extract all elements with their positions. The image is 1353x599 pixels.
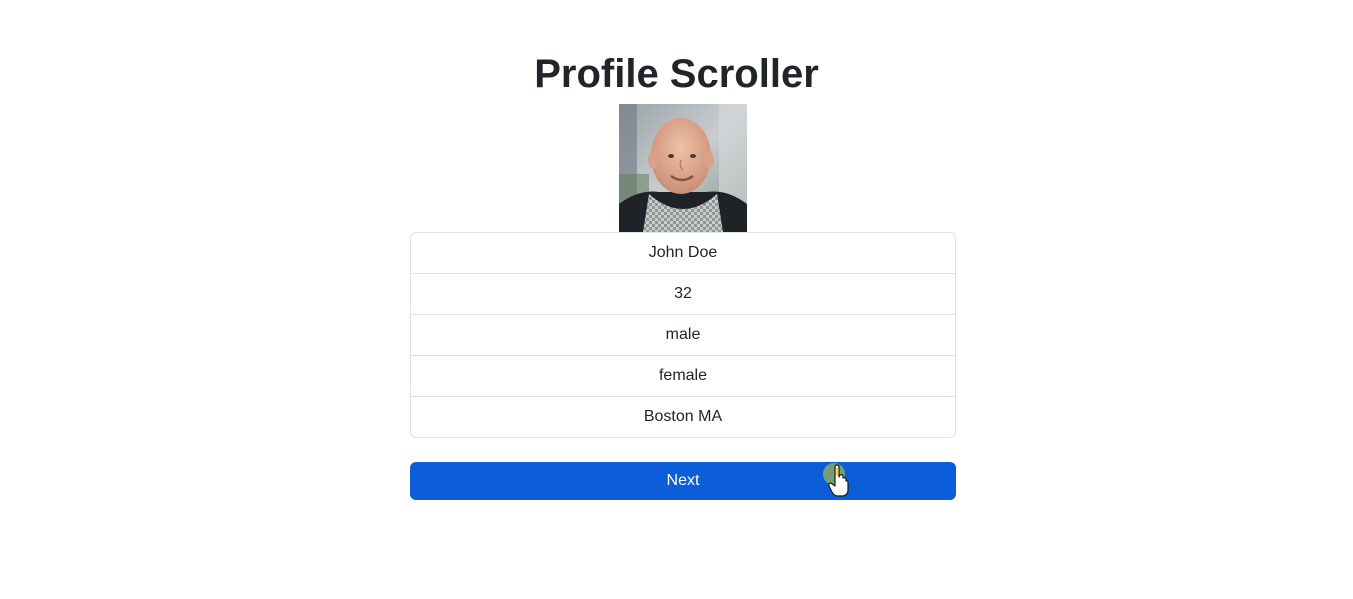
- profile-age: 32: [411, 273, 955, 314]
- page-title: Profile Scroller: [534, 52, 819, 96]
- profile-details-list: John Doe 32 male female Boston MA: [410, 232, 956, 438]
- profile-gender: male: [411, 314, 955, 355]
- next-button[interactable]: Next: [410, 462, 956, 500]
- profile-scroller-page: Profile Scroller John Doe 32 male female…: [0, 0, 1353, 599]
- profile-location: Boston MA: [411, 396, 955, 437]
- profile-looking-for: female: [411, 355, 955, 396]
- profile-avatar: [619, 104, 747, 232]
- profile-name: John Doe: [648, 244, 718, 261]
